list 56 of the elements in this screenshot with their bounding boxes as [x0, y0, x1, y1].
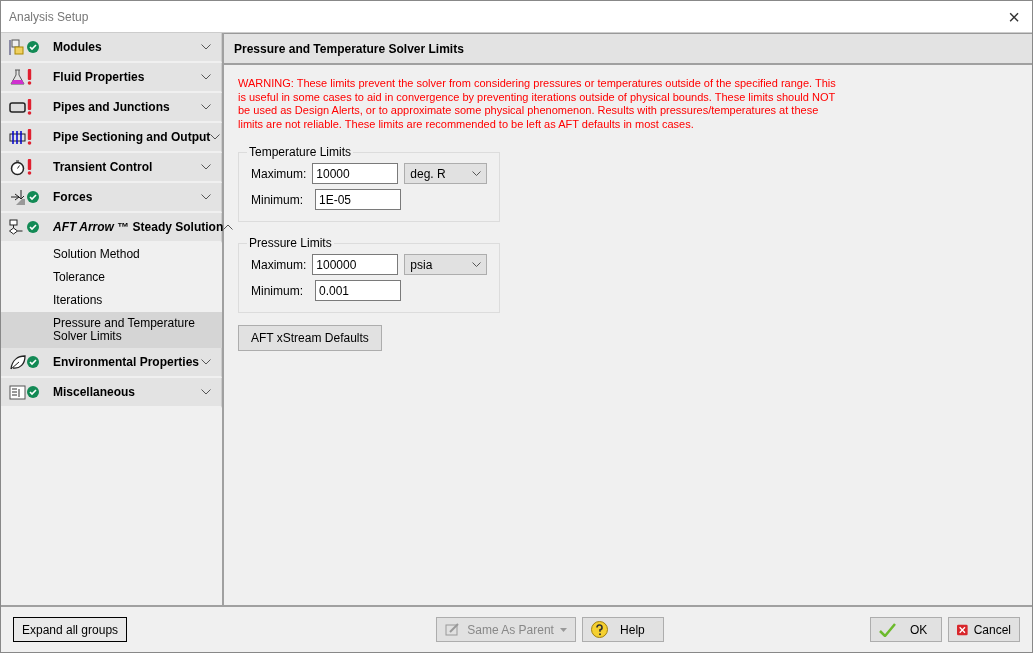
sidebar-item[interactable]: Pressure and Temperature Solver Limits	[1, 312, 222, 348]
group-header[interactable]: Forces	[1, 183, 222, 213]
input-field[interactable]: 0.001	[315, 280, 401, 301]
group-title: Environmental Properties	[53, 354, 201, 371]
group-header[interactable]: Fluid Properties	[1, 63, 222, 93]
pipe-grid-icon	[9, 128, 26, 146]
unit-dropdown[interactable]: deg. R	[404, 163, 487, 184]
help-button[interactable]: Help	[582, 617, 665, 642]
force-arrows-icon	[9, 188, 26, 206]
sidebar-item[interactable]: Tolerance	[1, 266, 222, 289]
chevron-down-icon	[472, 171, 481, 176]
check-icon	[879, 622, 896, 637]
group-title: Pipe Sectioning and Output	[53, 129, 211, 146]
group-title: AFT Arrow ™ Steady Solution	[53, 219, 224, 236]
field-label: Maximum:	[251, 256, 307, 274]
caret-icon	[560, 627, 568, 632]
group-header[interactable]: Miscellaneous	[1, 378, 222, 408]
field-label: Minimum:	[251, 191, 304, 209]
defaults-button[interactable]: AFT xStream Defaults	[238, 325, 382, 351]
flowchart-icon	[9, 218, 26, 236]
ok-button[interactable]: OK	[870, 617, 942, 642]
close-button[interactable]: ×	[1004, 6, 1024, 27]
flask-icon	[9, 68, 26, 86]
list-icon	[9, 383, 26, 401]
edit-icon	[445, 622, 462, 637]
input-field[interactable]: 1E-05	[315, 189, 401, 210]
sidebar-item[interactable]: Solution Method	[1, 243, 222, 266]
group-header[interactable]: Modules	[1, 33, 222, 63]
group-title: Fluid Properties	[53, 69, 146, 86]
group-label: Pressure Limits	[248, 235, 333, 252]
field-label: Maximum:	[251, 165, 307, 183]
question-icon	[591, 621, 609, 638]
cancel-button[interactable]: Cancel	[948, 617, 1020, 642]
group-header[interactable]: Pipe Sectioning and Output	[1, 123, 222, 153]
group-title: Pipes and Junctions	[53, 99, 171, 116]
group-title: Modules	[53, 39, 103, 56]
module-icon	[9, 38, 26, 56]
warning-text: WARNING: These limits prevent the solver from considering pressures or temperatures outside of the specified range. This is useful in some cases to aid in convergence by preventing iterations outside of physical bounds. These limits should NOT be used as Design Alerts, or to approximate some physical phenomenon. Results with pressures/temperatures at these limits are not reliable. These limits are recommended to be left as AFT defaults in most cases.	[238, 77, 837, 131]
expand-groups-button[interactable]: Expand all groups	[13, 617, 128, 642]
group-title: Transient Control	[53, 159, 154, 176]
unit-dropdown[interactable]: psia	[404, 254, 487, 275]
leaf-icon	[9, 353, 26, 371]
field-label: Minimum:	[251, 282, 304, 300]
window-title: Analysis Setup	[9, 8, 89, 26]
group-header[interactable]: Transient Control	[1, 153, 222, 183]
group-header[interactable]: Pipes and Junctions	[1, 93, 222, 123]
chevron-down-icon	[472, 262, 481, 267]
sidebar-item[interactable]: Iterations	[1, 289, 222, 312]
input-field[interactable]: 100000	[312, 254, 399, 275]
group-header[interactable]: Environmental Properties	[1, 348, 222, 378]
group-title: Miscellaneous	[53, 384, 137, 401]
group-label: Temperature Limits	[248, 144, 353, 161]
group-title: Forces	[53, 189, 94, 206]
panel-title: Pressure and Temperature Solver Limits	[224, 33, 1032, 65]
input-field[interactable]: 10000	[312, 163, 399, 184]
stopwatch-icon	[9, 158, 26, 176]
